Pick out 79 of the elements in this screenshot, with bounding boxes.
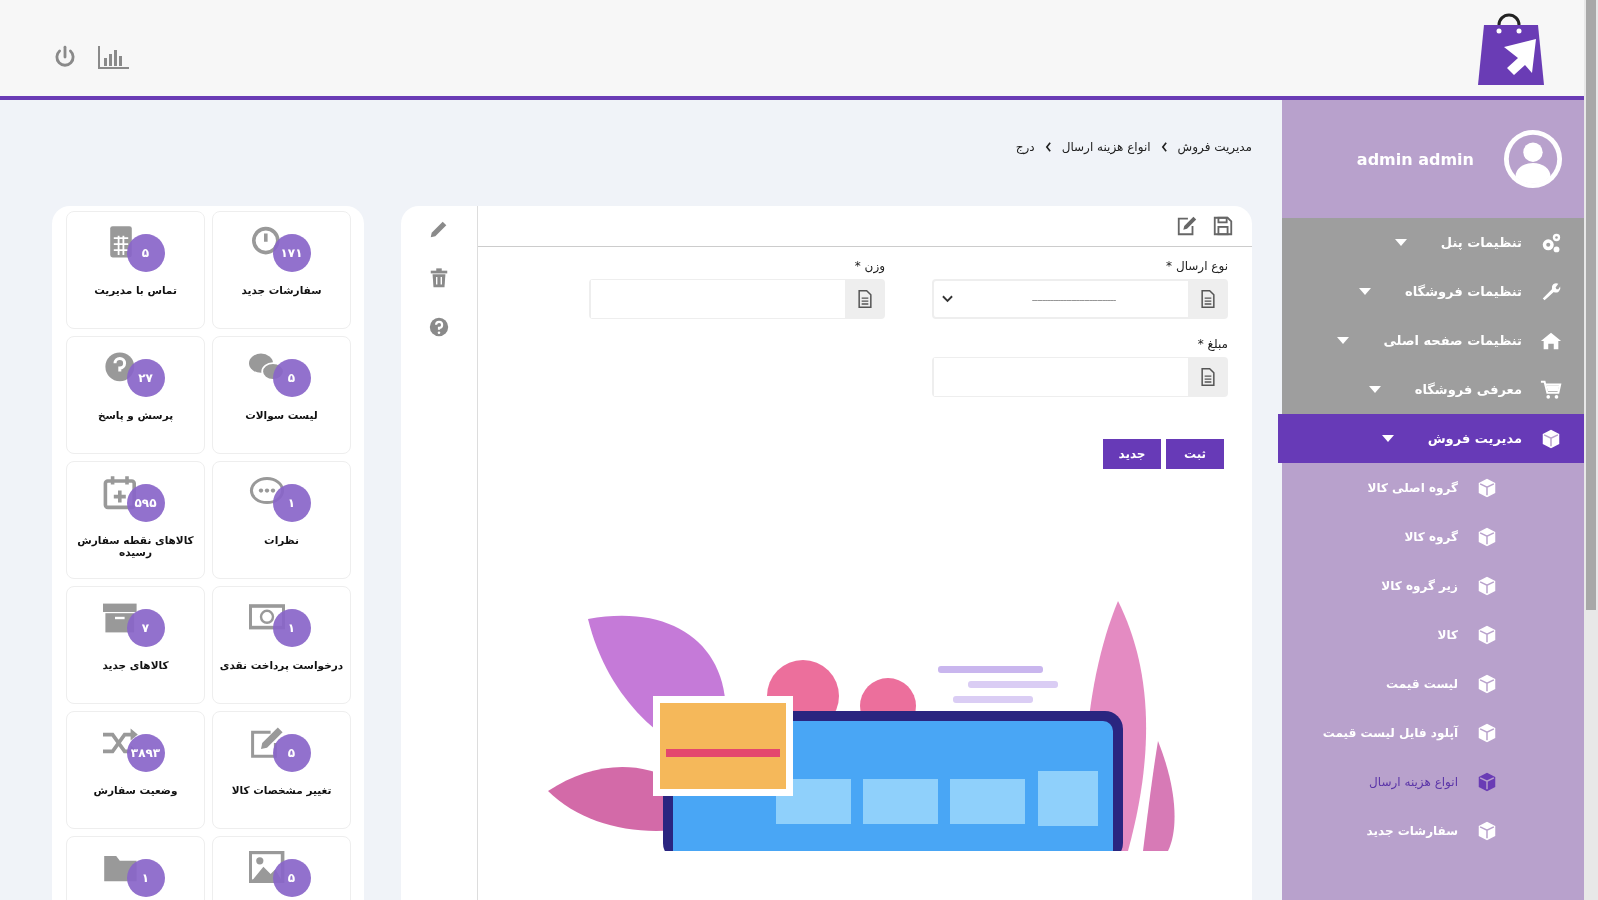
submit-button[interactable]: ثبت (1166, 439, 1224, 469)
count-badge: ۵ (272, 734, 311, 772)
input-field[interactable] (932, 357, 1228, 397)
document-icon (1198, 289, 1218, 309)
wrench-icon[interactable] (1540, 280, 1562, 303)
dashboard-tile[interactable]: ۱ (66, 836, 205, 900)
help-icon[interactable] (428, 316, 450, 338)
dashboard-tile[interactable]: ۱ درخواست پرداخت نقدی (212, 586, 351, 704)
trash-icon[interactable] (428, 267, 450, 289)
document-icon (855, 289, 875, 309)
count-badge: ۱ (272, 484, 311, 522)
tile-label: کالاهای جدید (101, 659, 170, 671)
dashboard-tile[interactable]: ۳۸۹۳ وضعیت سفارش (66, 711, 205, 829)
count-badge: ۳۸۹۳ (126, 734, 165, 772)
tile-label: وضعیت سفارش (92, 784, 179, 796)
edit-icon (248, 726, 285, 760)
cube-icon (1476, 623, 1498, 646)
dashboard-tile[interactable]: ۵۹۵ کالاهای نقطه سفارش رسیده (66, 461, 205, 579)
count-badge: ۱ (272, 609, 311, 647)
breadcrumb-link[interactable]: مدیریت فروش (1177, 140, 1252, 154)
tile-label: درخواست پرداخت نقدی (218, 659, 345, 671)
caret-down-icon (1368, 385, 1381, 394)
count-badge: ۲۷ (126, 359, 165, 397)
count-badge: ۵ (272, 359, 311, 397)
chevron-down-icon (942, 295, 953, 303)
input-field[interactable] (589, 279, 885, 319)
tile-label: تغییر مشخصات کالا (230, 784, 333, 796)
chevron-icon (1044, 142, 1052, 152)
dashboard-tile[interactable]: ۵ تغییر مشخصات کالا (212, 711, 351, 829)
dashboard-tile[interactable]: ۷ کالاهای جدید (66, 586, 205, 704)
cart-icon[interactable] (1540, 378, 1562, 401)
dashboard-tile[interactable]: ۵ (212, 836, 351, 900)
tile-label: کالاهای نقطه سفارش رسیده (76, 534, 195, 558)
count-badge: ۱ (126, 859, 165, 897)
count-badge: ۵ (272, 859, 311, 897)
count-badge: ۷ (126, 609, 165, 647)
cube-icon[interactable] (1540, 427, 1562, 450)
chevron-icon (1160, 142, 1168, 152)
caret-down-icon (1394, 238, 1407, 247)
dashboard-tile[interactable]: ۲۷ پرسش و پاسخ (66, 336, 205, 454)
tile-label: لیست سوالات (244, 409, 319, 421)
count-badge: ۵۹۵ (126, 484, 165, 522)
dropdown[interactable]: -------------------------------- (932, 279, 1228, 319)
cube-icon (1476, 721, 1498, 744)
dashboard-tile[interactable]: ۵ تماس با مدیریت (66, 211, 205, 329)
cube-icon (1476, 525, 1498, 548)
cube-icon (1476, 574, 1498, 597)
gears-icon[interactable] (1540, 231, 1562, 254)
dashboard-tile[interactable]: ۵ لیست سوالات (212, 336, 351, 454)
cube-icon (1476, 476, 1498, 499)
submenu-item[interactable]: انواع هزینه ارسال (1282, 757, 1584, 806)
save-icon[interactable] (1212, 215, 1234, 237)
user-name: admin admin (1356, 149, 1474, 169)
bar-chart-icon[interactable] (98, 45, 130, 69)
scrollbar[interactable] (1584, 0, 1598, 900)
tile-label: سفارشات جدید (240, 284, 323, 296)
document-icon (1198, 367, 1218, 387)
dashboard-tile[interactable]: ۱۷۱ سفارشات جدید (212, 211, 351, 329)
count-badge: ۱۷۱ (272, 234, 311, 272)
cube-icon (1476, 672, 1498, 695)
field-label: وزن * (853, 259, 885, 273)
dashboard-tile[interactable]: ۱ نظرات (212, 461, 351, 579)
new-button[interactable]: جدید (1103, 439, 1161, 469)
edit-icon[interactable] (1176, 215, 1198, 237)
sidebar-item[interactable]: مدیریت فروش (1278, 414, 1584, 463)
caret-down-icon (1337, 336, 1350, 345)
caret-down-icon (1359, 287, 1372, 296)
count-badge: ۵ (126, 234, 165, 272)
tile-label: پرسش و پاسخ (96, 409, 175, 421)
field-label: نوع ارسال * (1165, 259, 1228, 273)
cube-icon (1476, 770, 1498, 793)
tile-label: نظرات (263, 534, 300, 546)
breadcrumb-link[interactable]: انواع هزینه ارسال (1061, 140, 1151, 154)
tile-label: تماس با مدیریت (93, 284, 178, 296)
caret-down-icon (1381, 434, 1394, 443)
field-label: مبلغ * (1196, 337, 1228, 351)
cube-icon (1476, 819, 1498, 842)
avatar-icon (1502, 128, 1564, 190)
breadcrumb-link[interactable]: درج (1015, 140, 1035, 154)
